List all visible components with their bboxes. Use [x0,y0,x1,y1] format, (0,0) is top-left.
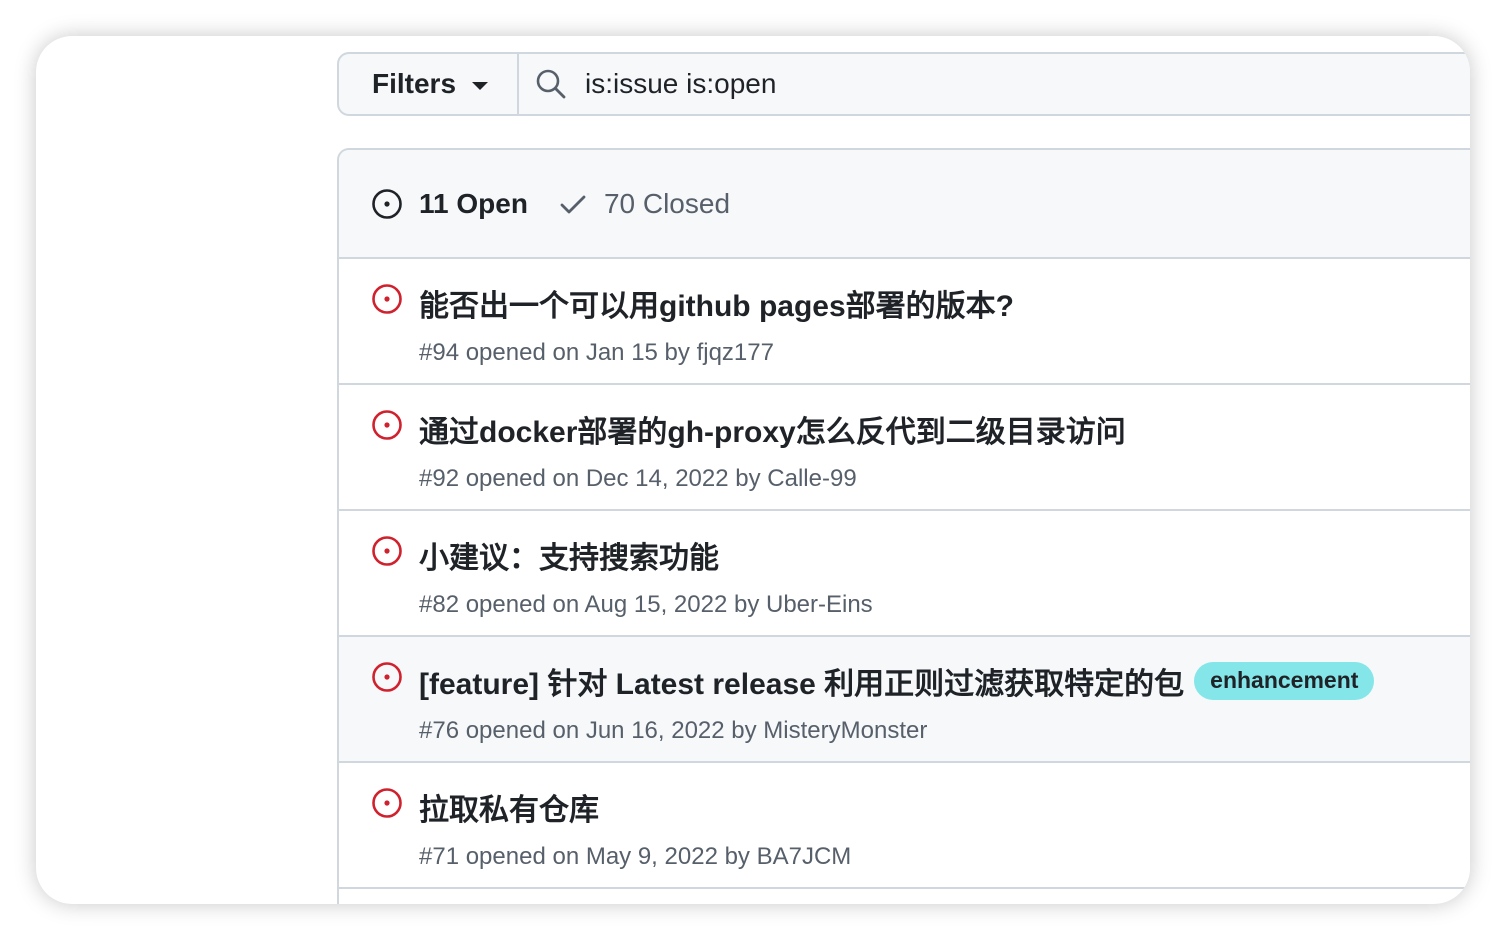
issue-meta: #94 opened on Jan 15 by fjqz177 [419,339,774,366]
issue-title-link[interactable]: 小建议：支持搜索功能 [419,533,719,577]
open-issues-tab[interactable]: 11 Open [371,188,528,220]
issue-title: 拉取私有仓库 [419,794,599,827]
app-window: Filters 11 Open 70 Cl [36,36,1470,904]
issue-row[interactable]: 通过docker部署的gh-proxy怎么反代到二级目录访问 #92 opene… [339,385,1470,511]
issues-list: 11 Open 70 Closed 能否出一个可以用github pages部署… [337,148,1470,904]
issue-row[interactable]: 小建议：支持搜索功能 #82 opened on Aug 15, 2022 by… [339,511,1470,637]
issue-title-link[interactable]: 通过docker部署的gh-proxy怎么反代到二级目录访问 [419,407,1126,451]
search-box[interactable] [517,52,1470,116]
issues-header: 11 Open 70 Closed [339,150,1470,259]
issue-open-icon [372,284,402,314]
issue-title: 小建议：支持搜索功能 [419,542,719,575]
closed-issues-tab[interactable]: 70 Closed [558,188,730,220]
issue-row[interactable]: 能否出一个可以用github pages部署的版本? #94 opened on… [339,259,1470,385]
issue-meta: #71 opened on May 9, 2022 by BA7JCM [419,843,852,870]
filters-button[interactable]: Filters [337,52,517,116]
check-icon [560,195,586,213]
issue-title: 能否出一个可以用github pages部署的版本? [419,290,1014,323]
search-icon [536,69,566,99]
issue-title-link[interactable]: 拉取私有仓库 [419,785,599,829]
label-enhancement[interactable]: enhancement [1194,662,1375,700]
issue-open-icon [372,410,402,440]
open-count-label: 11 Open [419,187,528,219]
filter-bar: Filters [337,52,1470,116]
issue-meta: #76 opened on Jun 16, 2022 by MisteryMon… [419,717,928,744]
issue-meta: #92 opened on Dec 14, 2022 by Calle-99 [419,465,857,492]
issue-open-icon [372,788,402,818]
issue-title: [feature] 针对 Latest release 利用正则过滤获取特定的包 [419,668,1185,701]
issue-open-icon [372,536,402,566]
issue-title-link[interactable]: [feature] 针对 Latest release 利用正则过滤获取特定的包… [419,659,1375,703]
issue-title: 通过docker部署的gh-proxy怎么反代到二级目录访问 [419,416,1126,449]
closed-count-label: 70 Closed [603,187,731,219]
issue-open-icon [372,188,402,219]
caret-down-icon [472,82,489,90]
issue-row[interactable]: [feature] 针对 Latest release 利用正则过滤获取特定的包… [339,637,1470,763]
issue-open-icon [372,662,402,692]
search-input[interactable] [585,56,1470,112]
issue-row[interactable]: 拉取私有仓库 #71 opened on May 9, 2022 by BA7J… [339,763,1470,889]
filters-button-label: Filters [372,68,457,99]
issue-title-link[interactable]: 能否出一个可以用github pages部署的版本? [419,281,1014,325]
issue-meta: #82 opened on Aug 15, 2022 by Uber-Eins [419,591,873,618]
